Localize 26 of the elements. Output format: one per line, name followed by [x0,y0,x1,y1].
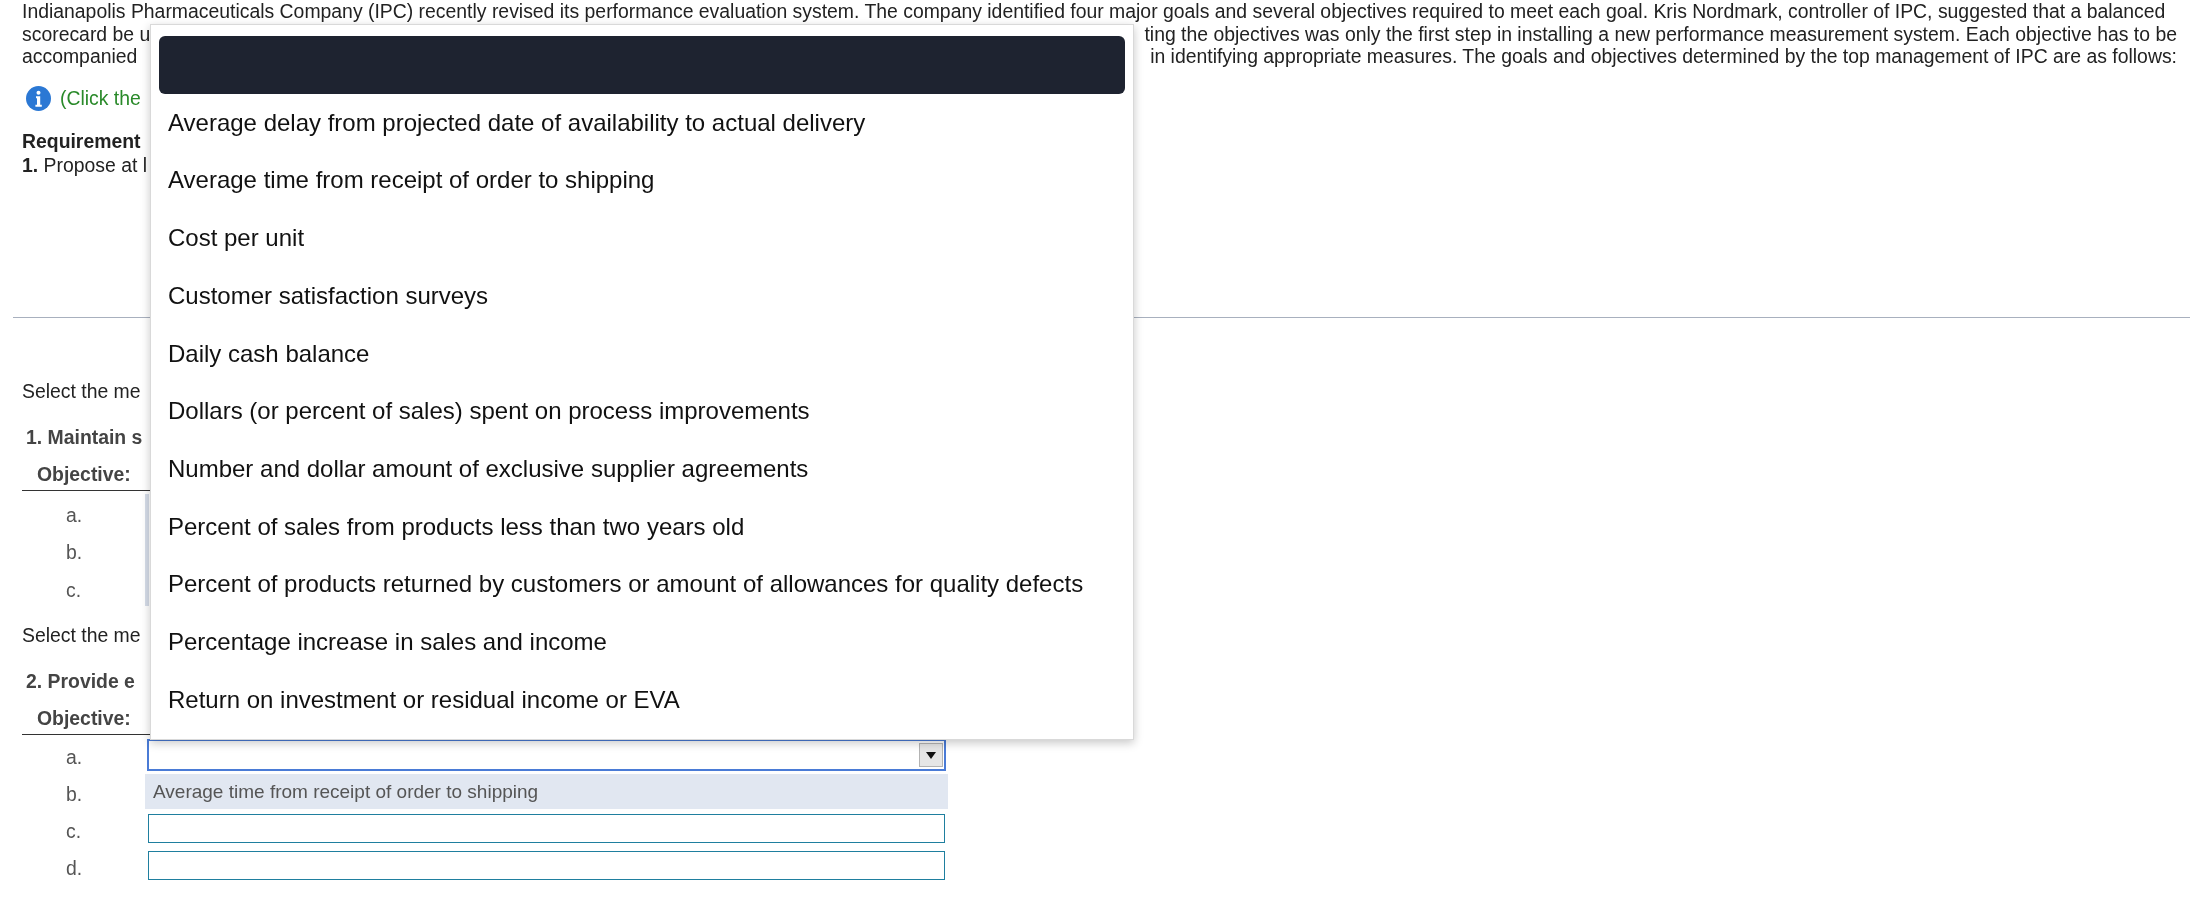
row-label: c. [66,577,82,601]
row-label: d. [66,856,83,879]
column-header: Objective: [37,707,131,729]
paragraph-text: scorecard be u [22,22,151,45]
row-label: c. [66,819,82,842]
instruction-text: Select the me [22,378,141,403]
section-title: 2. Provide e [26,669,135,693]
row-label: a. [66,745,83,768]
input-field[interactable] [148,814,945,843]
row-label: a. [66,502,83,526]
paragraph-text: Indianapolis Pharmaceuticals Company (IPC) recently revised its performance evaluation system. The company identified four major goals and several objectives required to meet each goal. Kris Nordmark, controller of IPC, suggested that a balanced [22,0,2166,23]
paragraph-text: accompanied [22,45,138,68]
section-title: 1. Maintain s [26,424,143,449]
input-field[interactable] [148,851,945,880]
info-icon[interactable] [26,85,51,111]
instruction-text: Select the me [22,623,141,647]
paragraph-text: in identifying appropriate measures. The goals and objectives determined by the top management of IPC are as follows: [1150,45,2177,68]
requirement-text: 1. Propose at l [22,152,148,177]
answer-field[interactable]: Average time from receipt of order to shipping [145,774,948,809]
paragraph-text: ting the objectives was only the first step in installing a new performance measurement system. Each objective has to be [1144,22,2177,45]
row-label: b. [66,540,83,564]
caret-down-icon[interactable] [919,742,943,767]
row-label: b. [66,782,83,805]
requirements-heading: Requirement [22,128,141,153]
column-header: Objective: [37,462,131,485]
hint-text[interactable]: (Click the [60,86,141,110]
